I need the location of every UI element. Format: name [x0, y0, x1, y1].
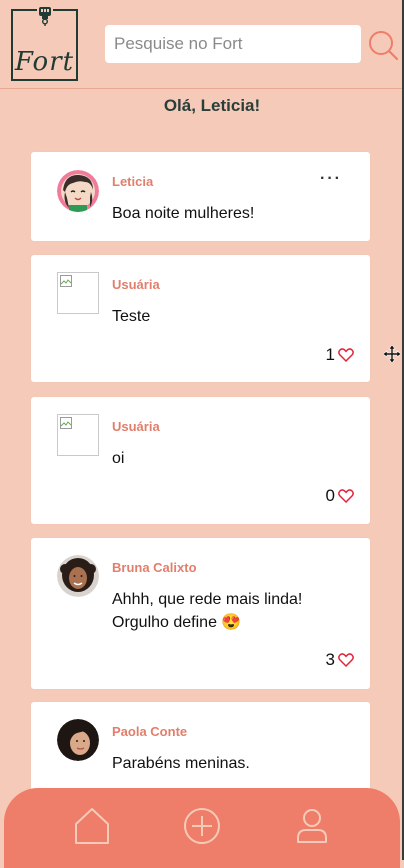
like-control[interactable]: 1	[326, 345, 354, 365]
like-count: 0	[325, 486, 335, 505]
greeting-heading: Olá, Leticia!	[163, 96, 261, 115]
like-control[interactable]: 3	[326, 650, 354, 670]
like-count: 3	[325, 650, 335, 669]
post-author[interactable]: Paola Conte	[112, 724, 187, 739]
post-content: Teste	[112, 308, 151, 325]
top-bar: Fort	[0, 0, 404, 89]
post-author[interactable]: Usuária	[112, 277, 160, 292]
search-icon[interactable]	[367, 29, 399, 61]
post-card: Leticia ··· Boa noite mulheres!	[31, 152, 370, 241]
post-author[interactable]: Usuária	[112, 419, 160, 434]
search-input[interactable]	[105, 25, 361, 63]
add-post-icon[interactable]	[182, 806, 222, 846]
post-card: Usuária oi 0	[31, 397, 370, 524]
logo-text: Fort	[14, 47, 75, 77]
move-cursor-icon	[383, 345, 401, 363]
post-card: Usuária Teste 1	[31, 255, 370, 382]
heart-icon[interactable]	[338, 653, 354, 667]
profile-icon[interactable]	[292, 806, 332, 846]
post-author[interactable]: Leticia	[112, 174, 153, 189]
heart-icon[interactable]	[338, 489, 354, 503]
post-content: Parabéns meninas.	[112, 755, 250, 772]
heart-icon[interactable]	[338, 348, 354, 362]
avatar[interactable]	[57, 555, 99, 597]
like-count: 1	[325, 345, 335, 364]
post-author[interactable]: Bruna Calixto	[112, 560, 197, 575]
broken-image-avatar[interactable]	[57, 272, 99, 314]
post-content: Ahhh, que rede mais linda! Orgulho defin…	[112, 591, 303, 631]
broken-image-avatar[interactable]	[57, 414, 99, 456]
post-content: Boa noite mulheres!	[112, 205, 255, 222]
broken-image-icon	[60, 417, 72, 429]
avatar[interactable]	[57, 170, 99, 212]
post-card: Bruna Calixto Ahhh, que rede mais linda!…	[31, 538, 370, 689]
avatar[interactable]	[57, 719, 99, 761]
post-content: oi	[112, 450, 125, 467]
home-icon[interactable]	[72, 806, 112, 846]
bottom-navigation	[4, 788, 400, 868]
broken-image-icon	[60, 275, 72, 287]
raised-fist-icon	[36, 5, 53, 27]
more-options-icon[interactable]: ···	[320, 170, 342, 188]
like-control[interactable]: 0	[326, 486, 354, 506]
fort-logo[interactable]: Fort	[11, 5, 78, 81]
